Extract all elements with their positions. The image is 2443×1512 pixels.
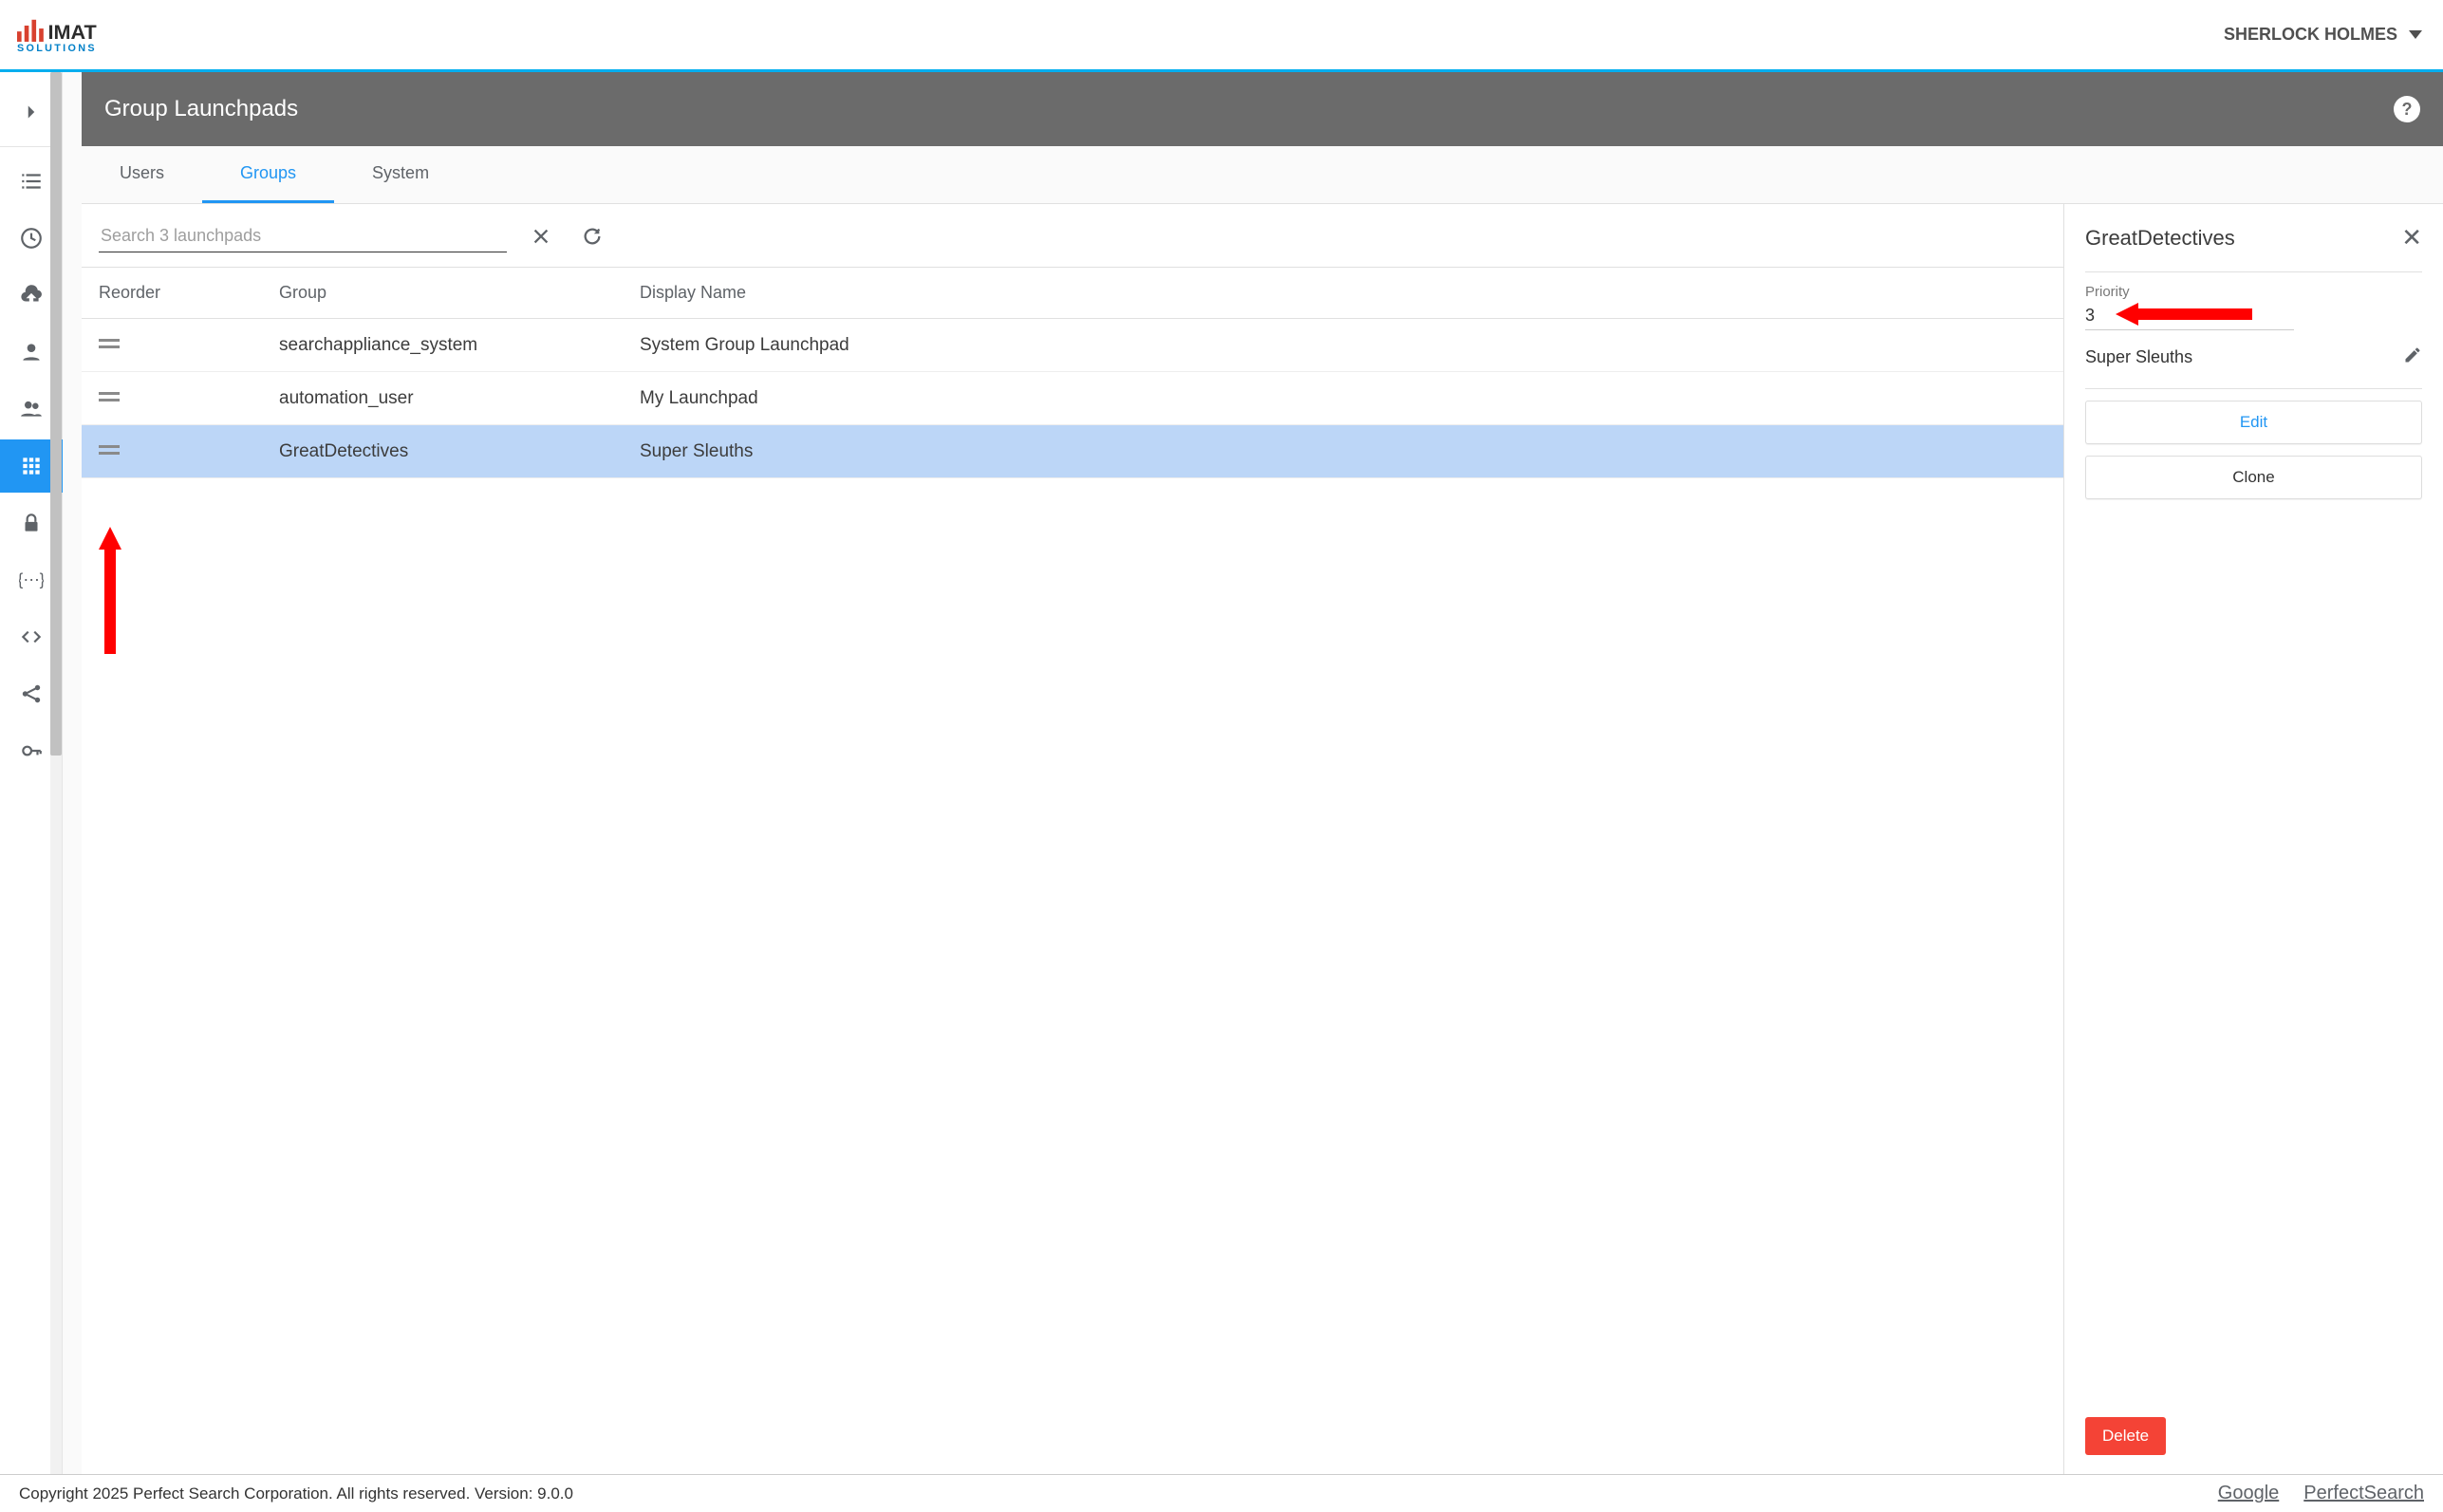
cell-display: Super Sleuths xyxy=(640,441,2046,462)
clone-button[interactable]: Clone xyxy=(2085,456,2422,499)
panel-title: GreatDetectives xyxy=(2085,226,2235,251)
column-header-reorder: Reorder xyxy=(99,283,279,303)
display-name: Super Sleuths xyxy=(2085,347,2192,367)
table-header: Reorder Group Display Name xyxy=(82,268,2063,319)
tab-system[interactable]: System xyxy=(334,146,467,203)
content: Group Launchpads ? Users Groups System xyxy=(63,72,2443,1474)
cell-group: GreatDetectives xyxy=(279,441,640,462)
delete-button[interactable]: Delete xyxy=(2085,1417,2166,1455)
sidebar-scrollbar-thumb[interactable] xyxy=(50,72,62,756)
drag-handle-icon[interactable] xyxy=(99,387,279,409)
table-zone: Reorder Group Display Name searchapplian… xyxy=(82,204,2063,1474)
priority-label: Priority xyxy=(2085,284,2422,300)
lock-icon xyxy=(19,511,44,535)
list-icon xyxy=(19,169,44,194)
svg-text:SOLUTIONS: SOLUTIONS xyxy=(17,43,97,54)
drag-handle-icon[interactable] xyxy=(99,440,279,462)
refresh-icon xyxy=(582,226,603,247)
copyright-text: Copyright 2025 Perfect Search Corporatio… xyxy=(19,1484,573,1503)
logo: IMAT SOLUTIONS xyxy=(17,13,178,57)
annotation-arrow-up xyxy=(99,527,121,654)
chevron-right-icon xyxy=(19,100,44,124)
clock-icon xyxy=(19,226,44,251)
cell-display: System Group Launchpad xyxy=(640,335,2046,356)
braces-icon: {⋯} xyxy=(19,568,44,592)
table-row[interactable]: GreatDetectives Super Sleuths xyxy=(82,425,2063,478)
footer: Copyright 2025 Perfect Search Corporatio… xyxy=(0,1474,2443,1512)
page-header: Group Launchpads ? xyxy=(82,72,2443,146)
tabs: Users Groups System xyxy=(82,146,2443,204)
table-row[interactable]: automation_user My Launchpad xyxy=(82,372,2063,425)
share-icon xyxy=(19,681,44,706)
priority-field: Priority 3 xyxy=(2085,284,2422,345)
sidebar: {⋯} xyxy=(0,72,63,1474)
code-icon xyxy=(19,625,44,649)
help-button[interactable]: ? xyxy=(2394,96,2420,122)
page-title: Group Launchpads xyxy=(104,96,298,122)
search-row xyxy=(82,204,2063,268)
pencil-icon xyxy=(2403,345,2422,364)
divider xyxy=(2085,388,2422,389)
edit-button[interactable]: Edit xyxy=(2085,401,2422,444)
table-row[interactable]: searchappliance_system System Group Laun… xyxy=(82,319,2063,372)
close-icon xyxy=(531,226,551,247)
key-icon xyxy=(19,738,44,763)
column-header-group: Group xyxy=(279,283,640,303)
topbar: IMAT SOLUTIONS SHERLOCK HOLMES xyxy=(0,0,2443,72)
clear-search-button[interactable] xyxy=(524,219,558,253)
svg-text:{⋯}: {⋯} xyxy=(19,569,44,588)
cell-display: My Launchpad xyxy=(640,388,2046,409)
footer-link-perfectsearch[interactable]: PerfectSearch xyxy=(2303,1483,2424,1504)
shell: {⋯} Group Launchpads ? Users Groups Syst… xyxy=(0,72,2443,1474)
divider xyxy=(2085,271,2422,272)
work-area: Reorder Group Display Name searchapplian… xyxy=(63,204,2443,1474)
person-icon xyxy=(19,340,44,364)
display-name-row: Super Sleuths xyxy=(2085,345,2422,369)
priority-value[interactable]: 3 xyxy=(2085,304,2294,330)
detail-panel: GreatDetectives ✕ Priority 3 Super Sleut… xyxy=(2063,204,2443,1474)
tab-users[interactable]: Users xyxy=(82,146,202,203)
sidebar-scrollbar-track[interactable] xyxy=(50,72,62,1474)
drag-handle-icon[interactable] xyxy=(99,334,279,356)
refresh-button[interactable] xyxy=(575,219,609,253)
tab-groups[interactable]: Groups xyxy=(202,146,334,203)
search-input[interactable] xyxy=(99,220,507,252)
apps-grid-icon xyxy=(19,454,44,478)
user-name: SHERLOCK HOLMES xyxy=(2224,25,2397,45)
user-menu[interactable]: SHERLOCK HOLMES xyxy=(2224,25,2422,45)
close-panel-button[interactable]: ✕ xyxy=(2401,223,2422,252)
column-header-display: Display Name xyxy=(640,283,2046,303)
cloud-upload-icon xyxy=(19,283,44,308)
cell-group: searchappliance_system xyxy=(279,335,640,356)
cell-group: automation_user xyxy=(279,388,640,409)
footer-link-google[interactable]: Google xyxy=(2218,1483,2280,1504)
chevron-down-icon xyxy=(2409,30,2422,39)
edit-name-button[interactable] xyxy=(2403,345,2422,369)
footer-links: Google PerfectSearch xyxy=(2218,1483,2424,1504)
panel-title-row: GreatDetectives ✕ xyxy=(2085,223,2422,252)
people-icon xyxy=(19,397,44,421)
svg-text:IMAT: IMAT xyxy=(47,19,96,43)
